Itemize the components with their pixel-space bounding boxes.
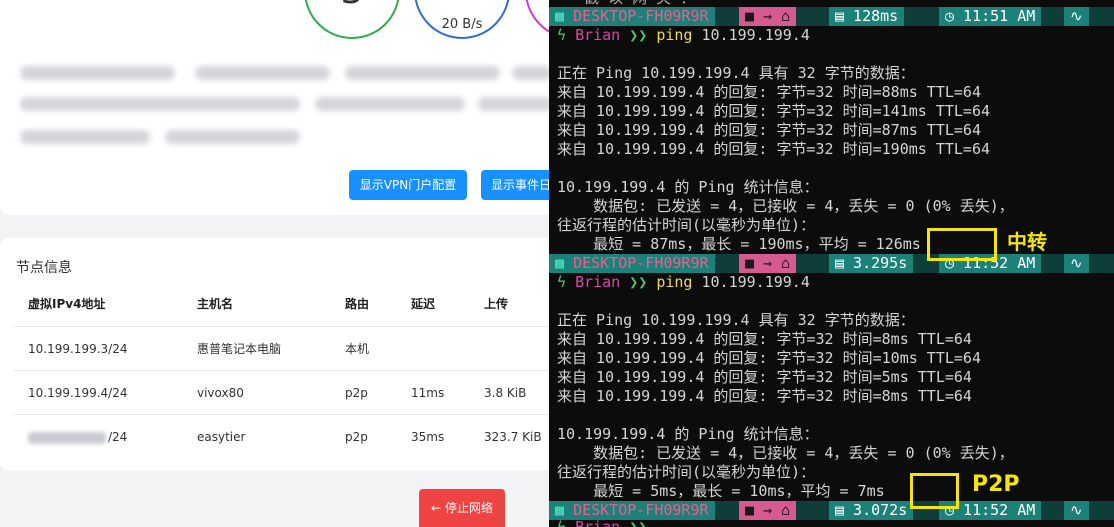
prompt-duration: ▤ 128ms xyxy=(829,7,905,26)
cell-hostname: 惠普笔记本电脑 xyxy=(197,342,282,356)
prompt-host: ▩ DESKTOP-FH09R9R xyxy=(549,254,715,273)
terminal-output-line: 正在 Ping 10.199.199.4 具有 32 字节的数据： xyxy=(557,64,915,82)
header-upload: 上传 xyxy=(484,297,509,311)
prompt-clock: ◷ 11:51 AM xyxy=(939,7,1042,26)
speed-value: 20 B/s xyxy=(441,16,483,32)
cell-route: p2p xyxy=(345,386,368,400)
table-row[interactable]: 10.199.199.4/24 vivox80 p2p 11ms 3.8 KiB xyxy=(14,370,560,414)
redacted-text xyxy=(315,97,465,111)
windows-icon: ▩ xyxy=(555,254,574,272)
terminal-output-line: 来自 10.199.199.4 的回复: 字节=32 时间=5ms TTL=64 xyxy=(557,368,972,386)
redacted-text xyxy=(345,66,500,80)
prompt-tail: ∿ xyxy=(1064,501,1089,520)
peer-count-value: 3 xyxy=(341,0,364,12)
terminal-output-line: 来自 10.199.199.4 的回复: 字节=32 时间=141ms TTL=… xyxy=(557,102,991,120)
arrow-left-icon: ← xyxy=(431,501,442,515)
terminal-output-line: 往返行程的估计时间(以毫秒为单位)： xyxy=(557,216,816,234)
stop-network-label: 停止网络 xyxy=(444,501,493,515)
redacted-text xyxy=(512,66,552,80)
terminal-output-line: 来自 10.199.199.4 的回复: 字节=32 时间=87ms TTL=6… xyxy=(557,121,981,139)
stop-network-button[interactable]: ← 停止网络 xyxy=(419,489,505,527)
terminal-output-line: 来自 10.199.199.4 的回复: 字节=32 时间=8ms TTL=64 xyxy=(557,387,972,405)
terminal-output-line: 最短 = 87ms，最长 = 190ms，平均 = 126ms xyxy=(557,235,921,253)
cell-ip: 10.199.199.3/24 xyxy=(28,342,128,356)
cell-latency: 35ms xyxy=(411,430,445,444)
prompt-tail: ∿ xyxy=(1064,254,1089,273)
table-row[interactable]: 10.199.199.3/24 惠普笔记本电脑 本机 xyxy=(14,326,560,370)
prompt-tail: ∿ xyxy=(1064,7,1089,26)
command-line: ϟ Brian ❯❯ ping 10.199.199.4 xyxy=(557,26,810,44)
prompt-dir: ■ → ⌂ xyxy=(739,254,797,273)
redacted-text xyxy=(20,130,150,144)
cell-ip-suffix: /24 xyxy=(108,430,128,444)
table-header: 虚拟IPv4地址 主机名 路由 延迟 上传 xyxy=(14,282,560,326)
terminal-output-line: 来自 10.199.199.4 的回复: 字节=32 时间=190ms TTL=… xyxy=(557,140,991,158)
prompt-bar: ▩ DESKTOP-FH09R9R ■ → ⌂ ▤ 128ms ◷ 11:51 … xyxy=(549,7,1114,26)
header-route: 路由 xyxy=(345,297,370,311)
redacted-text xyxy=(165,130,300,144)
redacted-text xyxy=(195,66,330,80)
cell-ip: /24 xyxy=(28,415,127,459)
terminal-output-line: 来自 10.199.199.4 的回复: 字节=32 时间=10ms TTL=6… xyxy=(557,349,981,367)
cell-route: 本机 xyxy=(345,342,370,356)
command-line: ϟ Brian ❯❯ ping 10.199.199.4 xyxy=(557,273,810,291)
terminal-output-line: 来自 10.199.199.4 的回复: 字节=32 时间=88ms TTL=6… xyxy=(557,83,981,101)
show-vpn-config-button[interactable]: 显示VPN门户配置 xyxy=(349,170,467,200)
cell-route: p2p xyxy=(345,430,368,444)
prompt-dir: ■ → ⌂ xyxy=(739,501,797,520)
terminal-output-line: 往返行程的估计时间(以毫秒为单位)： xyxy=(557,463,816,481)
terminal-output-line: 数据包: 已发送 = 4，已接收 = 4，丢失 = 0 (0% 丢失)， xyxy=(557,197,1014,215)
prompt-bar: ▩ DESKTOP-FH09R9R ■ → ⌂ ▤ 3.295s ◷ 11:52… xyxy=(549,254,1114,273)
highlight-box-relay xyxy=(927,228,997,261)
terminal-window[interactable]: 戳 以 网 关 ： ▩ DESKTOP-FH09R9R ■ → ⌂ ▤ 128m… xyxy=(549,0,1114,527)
cell-latency: 11ms xyxy=(411,386,445,400)
redacted-text xyxy=(20,97,300,111)
terminal-output-line: 最短 = 5ms，最长 = 10ms，平均 = 7ms xyxy=(557,482,885,500)
highlight-box-p2p xyxy=(910,473,959,509)
cell-hostname: easytier xyxy=(197,430,246,444)
redacted-text xyxy=(20,66,175,80)
command-line: ϟ Brian ❯❯ xyxy=(557,518,648,527)
redacted-ip xyxy=(28,431,106,444)
windows-icon: ▩ xyxy=(555,7,574,25)
prompt-dir: ■ → ⌂ xyxy=(739,7,797,26)
terminal-output-line: 数据包: 已发送 = 4，已接收 = 4，丢失 = 0 (0% 丢失)， xyxy=(557,444,1014,462)
prompt-duration: ▤ 3.072s xyxy=(829,501,914,520)
windows-icon: ▩ xyxy=(555,501,574,519)
header-latency: 延迟 xyxy=(411,297,436,311)
table-row[interactable]: /24 easytier p2p 35ms 323.7 KiB xyxy=(14,414,560,458)
annotation-relay: 中转 xyxy=(1007,230,1047,254)
redacted-text xyxy=(478,97,552,111)
terminal-output-line: 正在 Ping 10.199.199.4 具有 32 字节的数据： xyxy=(557,311,915,329)
cell-hostname: vivox80 xyxy=(197,386,244,400)
prompt-host: ▩ DESKTOP-FH09R9R xyxy=(549,7,715,26)
cell-upload: 3.8 KiB xyxy=(484,386,527,400)
header-ip: 虚拟IPv4地址 xyxy=(28,297,106,311)
prompt-duration: ▤ 3.295s xyxy=(829,254,914,273)
terminal-output-line: 10.199.199.4 的 Ping 统计信息： xyxy=(557,425,819,443)
cell-ip: 10.199.199.4/24 xyxy=(28,386,128,400)
header-hostname: 主机名 xyxy=(197,297,234,311)
node-table: 虚拟IPv4地址 主机名 路由 延迟 上传 10.199.199.3/24 惠普… xyxy=(14,282,560,458)
terminal-output-line: 来自 10.199.199.4 的回复: 字节=32 时间=8ms TTL=64 xyxy=(557,330,972,348)
cell-upload: 323.7 KiB xyxy=(484,430,542,444)
node-info-title: 节点信息 xyxy=(16,260,72,276)
terminal-output-line: 10.199.199.4 的 Ping 统计信息： xyxy=(557,178,819,196)
annotation-p2p: P2P xyxy=(972,472,1020,497)
